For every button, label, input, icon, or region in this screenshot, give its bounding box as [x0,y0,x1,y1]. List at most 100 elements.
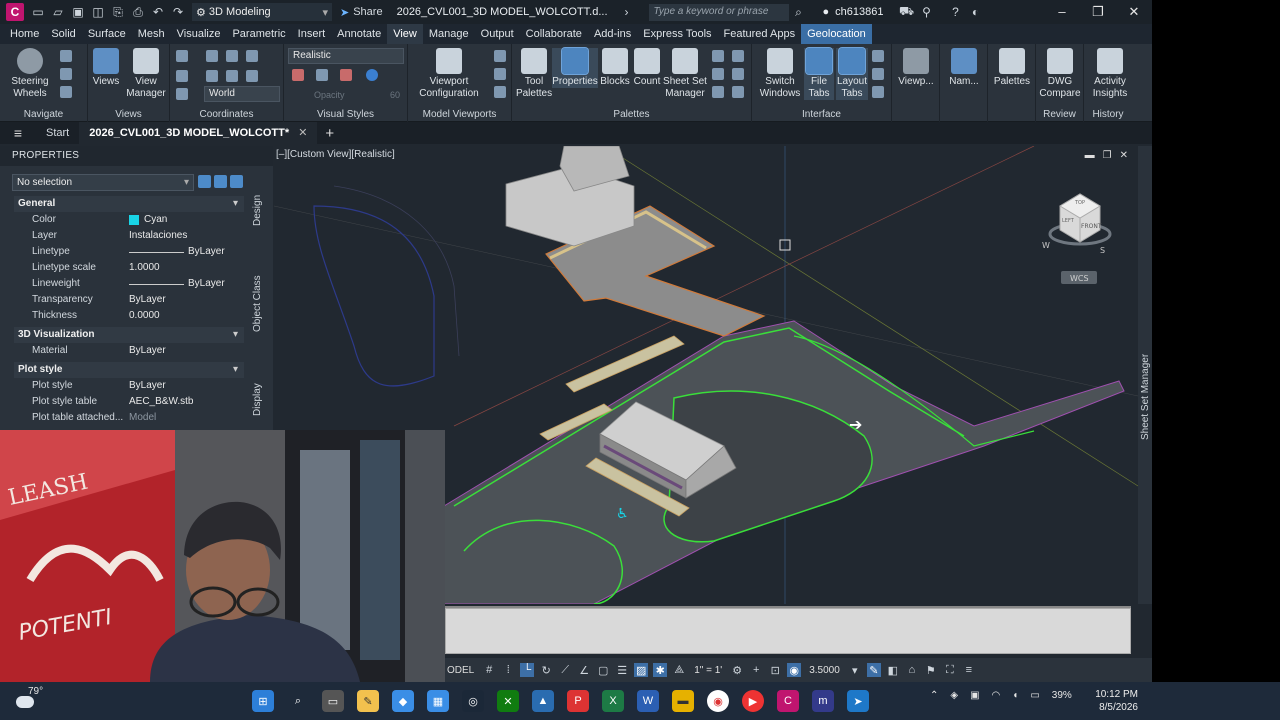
restore-viewports-icon[interactable] [494,86,506,98]
selection-cycling-icon[interactable]: ✱ [653,663,668,677]
prop-plot-table[interactable]: Plot style table AEC_B&W.stb [14,394,244,410]
workspace-selector[interactable]: ⚙ 3D Modeling ▾ [192,3,332,21]
properties-button[interactable]: Properties [552,47,598,88]
join-viewports-icon[interactable] [494,68,506,80]
info-icon[interactable]: ◐ [967,3,985,21]
steering-wheels-button[interactable]: Steering Wheels [8,48,52,100]
tab-geolocation[interactable]: Geolocation [801,24,872,44]
clock[interactable]: 10:12 PM 8/5/2026 [1080,688,1138,714]
visual-style-combo[interactable]: Realistic [288,48,404,64]
excel-icon[interactable]: X [602,690,624,712]
orbit-icon[interactable] [60,68,72,80]
dwg-compare-button[interactable]: DWG Compare [1038,48,1082,100]
share-button[interactable]: ➤ Share [340,6,383,19]
sheet-set-manager-button[interactable]: Sheet Set Manager [662,48,708,100]
tab-display[interactable]: Display [252,383,263,416]
section-plot-style[interactable]: Plot style ▾ [14,362,244,378]
open-icon[interactable]: ▱ [49,3,67,21]
steam-icon[interactable]: ◎ [462,690,484,712]
prop-linetype[interactable]: Linetype ByLayer [14,244,244,260]
osnap-icon[interactable]: ▢ [596,663,610,677]
close-icon[interactable]: ✕ [298,127,307,139]
tab-home[interactable]: Home [4,24,45,44]
palette-b-icon[interactable] [732,50,744,62]
ucs-x-icon[interactable] [206,50,218,62]
transparency-icon[interactable]: ▨ [634,663,649,677]
minimize-button[interactable]: – [1044,4,1080,20]
cart-icon[interactable]: ⛟ [898,3,916,21]
units-icon[interactable]: ⊡ [768,663,782,677]
workspace-gear-icon[interactable]: ⚙ [730,663,744,677]
3d-osnap-icon[interactable]: ⟁ [672,663,686,677]
redo-icon[interactable]: ↷ [169,3,187,21]
snap-icon[interactable]: ⁞ [501,663,515,677]
prop-lineweight[interactable]: Lineweight ByLayer [14,276,244,292]
tab-solid[interactable]: Solid [45,24,81,44]
annotation-scale[interactable]: 1" = 1' [694,665,722,676]
pdf-icon[interactable]: P [567,690,589,712]
search-icon[interactable]: ⌕ [790,3,808,21]
quick-select-icon[interactable] [230,175,243,188]
prop-color[interactable]: Color Cyan [14,212,244,228]
export-icon[interactable]: ⎘ [109,3,127,21]
switch-windows-button[interactable]: Switch Windows [760,48,800,100]
tab-annotate[interactable]: Annotate [331,24,387,44]
isodraft-icon[interactable]: ⟋ [558,663,572,677]
edges-icon[interactable] [340,69,352,81]
weather-widget[interactable]: 79° [16,686,43,708]
photos-icon[interactable]: ▲ [532,690,554,712]
tab-featured-apps[interactable]: Featured Apps [718,24,802,44]
chevron-right-icon[interactable]: › [618,3,636,21]
count-button[interactable]: Count [632,48,662,88]
prop-plot-style[interactable]: Plot style ByLayer [14,378,244,394]
ortho-icon[interactable]: └ [520,663,535,677]
tab-view[interactable]: View [387,24,423,44]
print-icon[interactable]: ⎙ [129,3,147,21]
media-player-icon[interactable]: ▶ [742,690,764,712]
save-icon[interactable]: ▣ [69,3,87,21]
tab-collaborate[interactable]: Collaborate [520,24,588,44]
hardware-accel-icon[interactable]: ◧ [886,663,900,677]
save-as-icon[interactable]: ◫ [89,3,107,21]
viewport-controls-label[interactable]: [–][Custom View][Realistic] [276,149,395,160]
ucs-view-icon[interactable] [246,50,258,62]
prop-linetype-scale[interactable]: Linetype scale 1.0000 [14,260,244,276]
grid-icon[interactable]: # [482,663,496,677]
pan-icon[interactable] [60,50,72,62]
quick-properties-icon[interactable]: ▾ [848,663,862,677]
autocad-icon[interactable]: C [777,690,799,712]
palette-c-icon[interactable] [712,68,724,80]
activity-insights-button[interactable]: Activity Insights [1088,48,1132,100]
tab-design[interactable]: Design [252,195,263,226]
mcd-icon[interactable]: m [812,690,834,712]
isolate-icon[interactable]: ◉ [787,663,802,677]
prop-material[interactable]: Material ByLayer [14,343,244,359]
viewport-close-icon[interactable]: ✕ [1120,150,1128,161]
store-icon[interactable]: ▦ [427,690,449,712]
app-logo[interactable]: C [6,3,24,21]
clean-screen-icon[interactable]: ⌂ [905,663,919,677]
fullscreen-icon[interactable]: ⛶ [943,663,957,677]
app-blue-icon[interactable]: ◆ [392,690,414,712]
connect-icon[interactable]: ⚲ [918,3,936,21]
chevron-up-icon[interactable]: ⌃ [930,690,938,701]
tab-parametric[interactable]: Parametric [226,24,291,44]
viewport-maximize-icon[interactable]: ❐ [1103,150,1112,161]
tab-insert[interactable]: Insert [292,24,332,44]
color-icon[interactable] [292,69,304,81]
viewport-minimize-icon[interactable]: ▬ [1085,150,1095,161]
palette-a-icon[interactable] [712,50,724,62]
xbox-icon[interactable]: ✕ [497,690,519,712]
tab-express-tools[interactable]: Express Tools [637,24,717,44]
undo-icon[interactable]: ↶ [149,3,167,21]
ucs-y-icon[interactable] [206,70,218,82]
chrome-icon[interactable]: ◉ [707,690,729,712]
palette-d-icon[interactable] [732,68,744,80]
view-manager-button[interactable]: View Manager [124,48,168,100]
tab-mesh[interactable]: Mesh [132,24,171,44]
tab-surface[interactable]: Surface [82,24,132,44]
ucs-icon[interactable] [176,50,188,62]
tab-manage[interactable]: Manage [423,24,475,44]
restore-button[interactable]: ❐ [1080,4,1116,20]
prop-plot-attached[interactable]: Plot table attached... Model [14,410,244,426]
